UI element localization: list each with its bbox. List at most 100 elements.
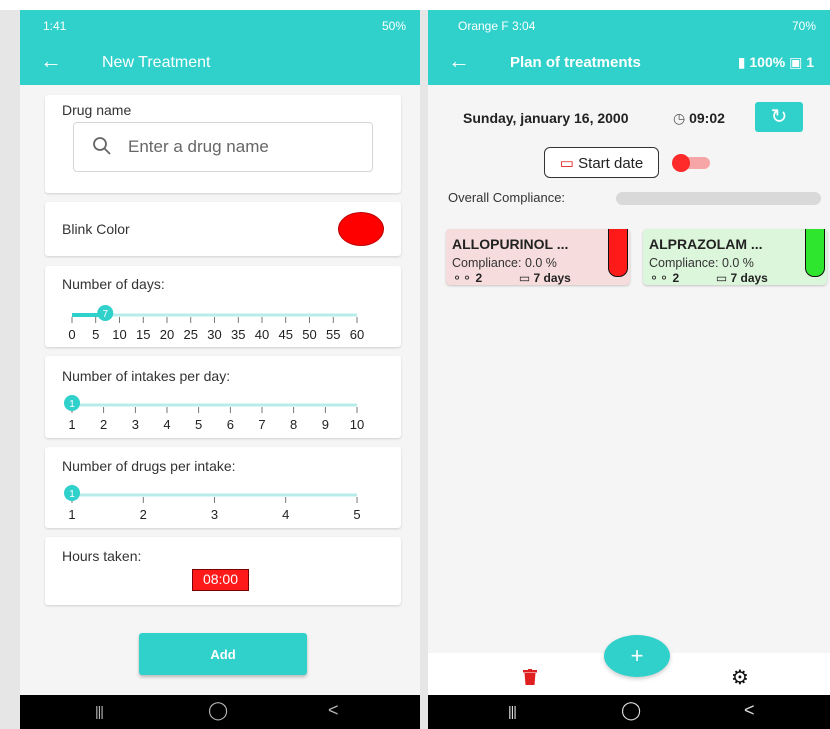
pills-icon: ⚬⚬ [452,271,476,285]
status-bar: 1:41 50% [20,10,420,40]
system-nav-bar: ||| ◯ < [20,695,420,729]
trash-icon[interactable] [523,669,537,685]
back-arrow-icon[interactable]: ← [448,49,470,73]
current-date: Sunday, january 16, 2000 [463,110,629,126]
slider-tick-label: 45 [279,327,293,342]
slider-tick-label: 8 [290,417,297,432]
slider-tick-label: 1 [68,417,75,432]
drug-name-label: Drug name [62,102,132,118]
plan-of-treatments-screen: Orange F 3:04 70% ← Plan of treatments ▮… [428,10,830,729]
start-date-button[interactable]: ▭ Start date [544,147,659,178]
drug-card-footer: ⚬⚬ 2 ▭ 7 days [649,271,768,285]
intakes-label: Number of intakes per day: [62,368,231,384]
drugs-per-intake-slider-graphic[interactable]: 1 2 3 4 5 1 [62,482,372,522]
days-card: Number of days: 0 5 10 15 20 25 30 35 40 45 50 55 60… [45,266,401,347]
settings-gear-icon[interactable]: ⚙ [731,665,749,690]
home-button[interactable]: ◯ [621,700,641,721]
blink-color-card: Blink Color [45,202,401,256]
drug-card-footer: ⚬⚬ 2 ▭ 7 days [452,271,571,285]
calendar-icon: ▭ [715,271,731,285]
days-label: Number of days: [62,276,165,292]
intakes-slider-graphic[interactable]: 1 2 3 4 5 6 7 8 9 10 1 [62,392,372,432]
slider-tick-label: 5 [92,327,99,342]
battery-percent: 100% [749,54,786,70]
add-treatment-fab[interactable]: + [604,635,670,677]
drug-name-input[interactable] [128,133,358,161]
hours-card: Hours taken: 08:00 [45,537,401,605]
slider-tick-label: 3 [132,417,139,432]
intakes-slider[interactable]: 1 2 3 4 5 6 7 8 9 10 1 [62,392,372,432]
duration: 7 days [533,271,571,285]
hour-chip[interactable]: 08:00 [192,569,249,591]
status-bar: Orange F 3:04 70% [428,10,830,40]
back-arrow-icon[interactable]: ← [40,49,62,73]
recents-button[interactable]: ||| [95,703,104,719]
slider-tick-label: 5 [353,507,360,522]
battery-icon: ▮ [737,54,750,70]
drugs-per-intake-card: Number of drugs per intake: 1 2 3 4 5 1 [45,447,401,528]
status-time: 1:41 [43,19,67,33]
slider-tick-label: 4 [163,417,170,432]
slider-tick-label: 4 [282,507,289,522]
slider-tick-label: 5 [195,417,202,432]
compliance-vial-icon [805,229,825,277]
status-time: Orange F 3:04 [458,19,536,33]
drug-name-card: Drug name [45,95,401,193]
search-icon [93,137,111,155]
slider-tick-label: 6 [227,417,234,432]
slider-tick-label: 10 [350,417,364,432]
drug-card-allopurinol[interactable]: ALLOPURINOL ... Compliance: 0.0 % ⚬⚬ 2 ▭… [446,229,630,285]
nav-back-button[interactable]: < [328,700,339,721]
nav-back-button[interactable]: < [744,700,755,721]
slider-tick-label: 50 [302,327,316,342]
slider-tick-label: 25 [184,327,198,342]
drug-search-box[interactable] [73,122,373,172]
page-title: New Treatment [102,54,211,71]
battery-indicator: ▮ 100% ▣ 1 [738,54,814,71]
app-bar: ← Plan of treatments ▮ 100% ▣ 1 [428,40,830,85]
blink-color-swatch[interactable] [338,212,384,246]
slider-value-label: 1 [69,489,75,500]
slider-value-label: 7 [102,309,108,320]
slider-tick-label: 40 [255,327,269,342]
home-button[interactable]: ◯ [208,700,228,721]
device-count: 1 [806,54,814,70]
current-time: ◷ 09:02 [673,110,725,127]
sim-icon: ▣ [789,54,807,70]
duration: 7 days [730,271,768,285]
clock-icon: ◷ [673,110,690,126]
slider-tick-label: 15 [136,327,150,342]
drug-card-alprazolam[interactable]: ALPRAZOLAM ... Compliance: 0.0 % ⚬⚬ 2 ▭ … [643,229,827,285]
start-date-toggle[interactable] [672,154,714,172]
days-slider-graphic[interactable]: 0 5 10 15 20 25 30 35 40 45 50 55 60 7 [62,302,372,342]
pill-count: 2 [672,271,680,285]
time-value: 09:02 [689,110,725,126]
hours-label: Hours taken: [62,548,142,564]
slider-tick-label: 60 [350,327,364,342]
screenshot-canvas: 1:41 50% ← New Treatment Drug name Blink… [0,0,830,729]
intakes-card: Number of intakes per day: 1 2 3 4 5 6 7 8 9 10 1 [45,356,401,438]
drug-card-name: ALLOPURINOL ... [452,236,569,252]
blink-color-label: Blink Color [62,221,130,237]
slider-tick-label: 2 [100,417,107,432]
drug-card-compliance: Compliance: 0.0 % [649,256,754,270]
pills-icon: ⚬⚬ [649,271,673,285]
status-battery: 50% [381,19,406,33]
drug-card-compliance: Compliance: 0.0 % [452,256,557,270]
slider-tick-label: 0 [68,327,75,342]
slider-tick-label: 10 [112,327,126,342]
page-title: Plan of treatments [510,54,641,71]
slider-tick-label: 55 [326,327,340,342]
pill-count: 2 [475,271,483,285]
refresh-button[interactable]: ↻ [755,102,803,132]
recents-button[interactable]: ||| [508,703,517,719]
drug-card-name: ALPRAZOLAM ... [649,236,763,252]
drugs-per-intake-slider[interactable]: 1 2 3 4 5 1 [62,482,372,522]
slider-tick-label: 7 [258,417,265,432]
status-battery: 70% [791,19,816,33]
calendar-icon: ▭ [559,154,579,172]
add-button[interactable]: Add [139,633,307,675]
days-slider[interactable]: 0 5 10 15 20 25 30 35 40 45 50 55 60 7 [62,302,372,342]
toggle-knob [672,154,690,172]
slider-tick-label: 3 [211,507,218,522]
